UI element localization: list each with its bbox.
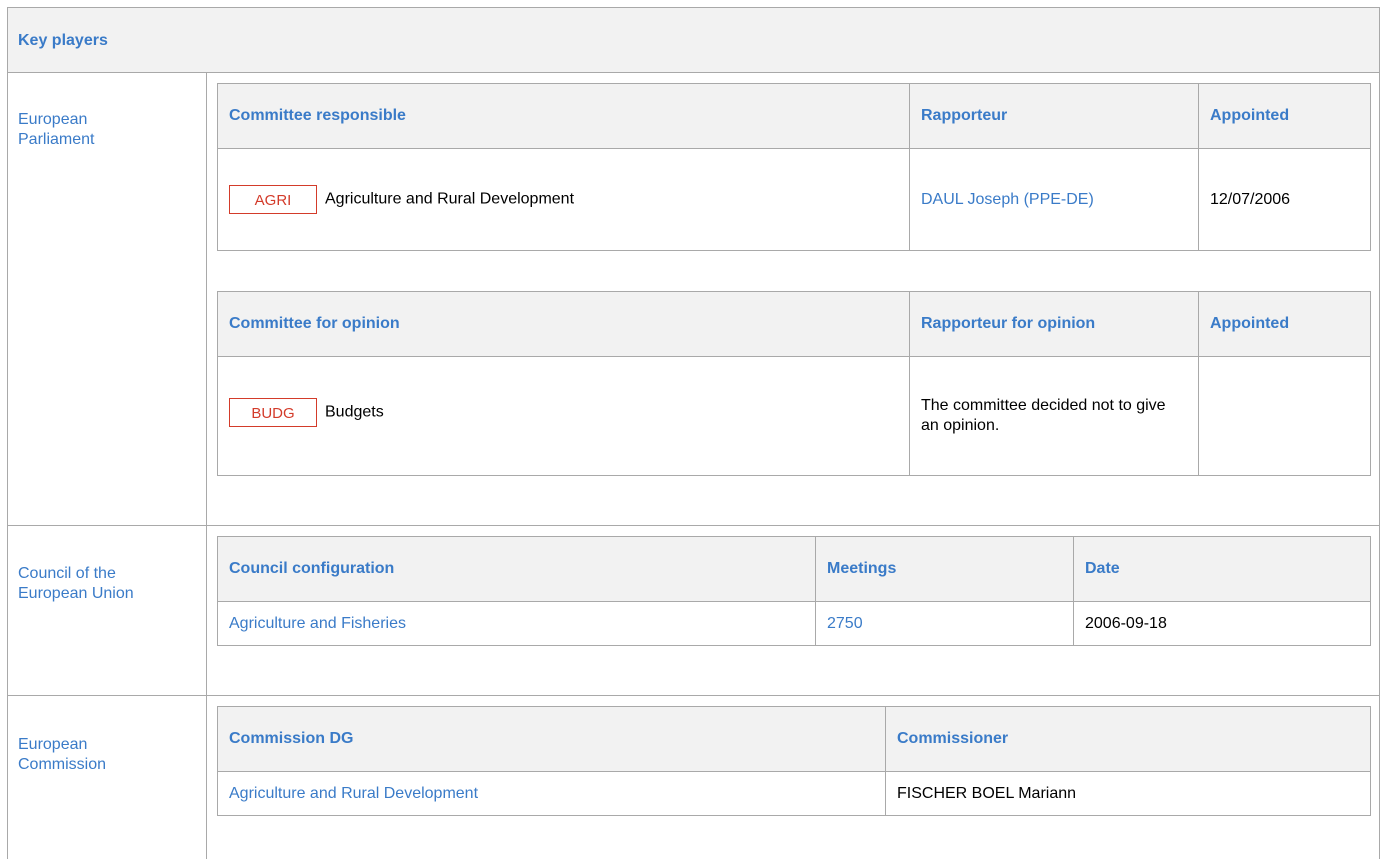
- configuration-link[interactable]: Agriculture and Fisheries: [229, 615, 406, 632]
- opinion-note: The committee decided not to give an opi…: [909, 356, 1199, 476]
- col-header-date: Date: [1073, 536, 1371, 602]
- row-divider: [8, 525, 1379, 526]
- commission-table: Commission DG Commissioner Agriculture a…: [217, 706, 1371, 816]
- col-header-rapporteur: Rapporteur: [909, 83, 1199, 149]
- committee-cell: BUDG Budgets: [217, 356, 910, 476]
- institution-label-commission[interactable]: European Commission: [18, 735, 168, 775]
- table-row: BUDG Budgets The committee decided not to…: [217, 356, 1371, 476]
- committee-badge-budg[interactable]: BUDG: [229, 398, 317, 427]
- table-header-row: Commission DG Commissioner: [217, 706, 1371, 772]
- table-header-row: Council configuration Meetings Date: [217, 536, 1371, 602]
- commissioner-name: FISCHER BOEL Mariann: [885, 771, 1371, 816]
- col-header-committee: Committee responsible: [217, 83, 910, 149]
- col-header-dg: Commission DG: [217, 706, 886, 772]
- meeting-link[interactable]: 2750: [827, 615, 863, 632]
- opinion-note-text: The committee decided not to give an opi…: [921, 397, 1166, 434]
- institution-label-council[interactable]: Council of the European Union: [18, 564, 168, 604]
- meeting-date: 2006-09-18: [1073, 601, 1371, 646]
- committee-responsible-table: Committee responsible Rapporteur Appoint…: [217, 83, 1371, 251]
- dg-link[interactable]: Agriculture and Rural Development: [229, 785, 478, 802]
- table-row: AGRI Agriculture and Rural Development DA…: [217, 148, 1371, 251]
- committee-opinion-table: Committee for opinion Rapporteur for opi…: [217, 291, 1371, 476]
- col-header-configuration: Council configuration: [217, 536, 816, 602]
- col-header-committee-opinion: Committee for opinion: [217, 291, 910, 357]
- col-header-meetings: Meetings: [815, 536, 1074, 602]
- col-header-rapporteur-opinion: Rapporteur for opinion: [909, 291, 1199, 357]
- rapporteur-cell: DAUL Joseph (PPE-DE): [909, 148, 1199, 251]
- council-table: Council configuration Meetings Date Agri…: [217, 536, 1371, 646]
- committee-name: Budgets: [325, 403, 384, 421]
- appointed-date: [1198, 356, 1371, 476]
- institution-label-parliament[interactable]: European Parliament: [18, 110, 168, 150]
- configuration-cell: Agriculture and Fisheries: [217, 601, 816, 646]
- table-header-row: Committee for opinion Rapporteur for opi…: [217, 291, 1371, 357]
- meetings-cell: 2750: [815, 601, 1074, 646]
- committee-name: Agriculture and Rural Development: [325, 190, 575, 208]
- table-row: Agriculture and Rural Development FISCHE…: [217, 771, 1371, 816]
- row-divider: [8, 695, 1379, 696]
- column-divider: [206, 73, 207, 859]
- col-header-commissioner: Commissioner: [885, 706, 1371, 772]
- col-header-appointed: Appointed: [1198, 83, 1371, 149]
- rapporteur-link[interactable]: DAUL Joseph (PPE-DE): [921, 191, 1094, 208]
- key-players-panel: Key players European Parliament Committe…: [7, 7, 1380, 859]
- table-header-row: Committee responsible Rapporteur Appoint…: [217, 83, 1371, 149]
- committee-badge-agri[interactable]: AGRI: [229, 185, 317, 214]
- key-players-header: Key players: [8, 8, 1379, 73]
- table-row: Agriculture and Fisheries 2750 2006-09-1…: [217, 601, 1371, 646]
- appointed-date: 12/07/2006: [1198, 148, 1371, 251]
- dg-cell: Agriculture and Rural Development: [217, 771, 886, 816]
- committee-cell: AGRI Agriculture and Rural Development: [217, 148, 910, 251]
- section-title: Key players: [18, 32, 108, 49]
- col-header-appointed: Appointed: [1198, 291, 1371, 357]
